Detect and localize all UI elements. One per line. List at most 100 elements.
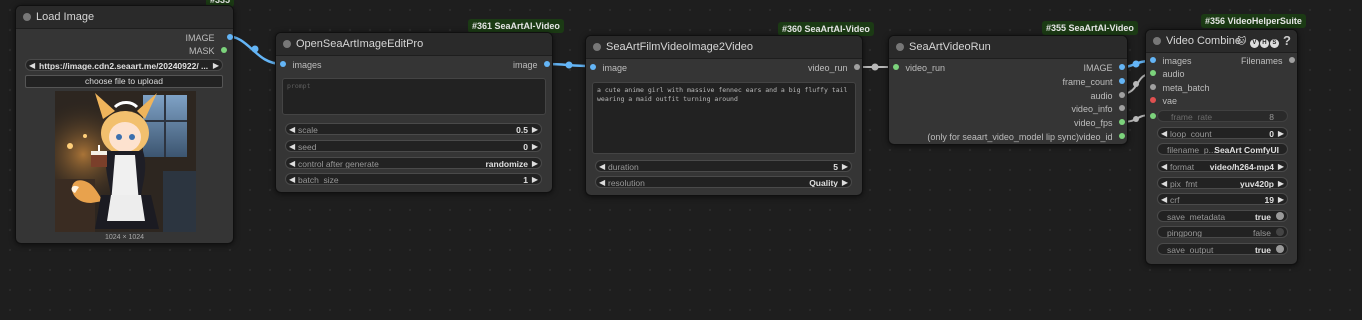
input-images-slot[interactable]: images xyxy=(280,58,322,72)
video-combine-node[interactable]: Video Combine 🐱 VHS ? images Filenames a… xyxy=(1145,29,1298,265)
arrow-left-icon[interactable]: ◀ xyxy=(599,177,605,187)
collapse-dot-icon[interactable] xyxy=(283,40,291,48)
toggle-on-icon[interactable] xyxy=(1276,245,1284,253)
arrow-left-icon[interactable]: ◀ xyxy=(289,141,295,151)
arrow-right-icon[interactable]: ▶ xyxy=(842,177,848,187)
output-frame-count-slot[interactable]: frame_count xyxy=(1062,75,1125,89)
input-socket-icon[interactable] xyxy=(893,64,899,70)
toggle-off-icon[interactable] xyxy=(1276,228,1284,236)
node-title-bar[interactable]: SeaArtVideoRun xyxy=(889,36,1127,59)
crf-widget[interactable]: ◀ crf 19 ▶ xyxy=(1157,193,1288,205)
filename-prefix-field[interactable]: filename_p... SeaArt ComfyUI xyxy=(1157,143,1288,155)
upload-button[interactable]: choose file to upload xyxy=(25,75,223,88)
arrow-left-icon[interactable]: ◀ xyxy=(1161,178,1167,188)
node-graph-canvas[interactable]: #335 Load Image IMAGE MASK ◀ https://ima… xyxy=(0,0,1362,320)
arrow-right-icon[interactable]: ▶ xyxy=(213,60,219,70)
arrow-left-icon[interactable]: ◀ xyxy=(1161,161,1167,171)
input-images-slot[interactable]: images xyxy=(1150,54,1192,68)
pingpong-toggle[interactable]: pingpong false xyxy=(1157,226,1288,238)
duration-widget[interactable]: ◀ duration 5 ▶ xyxy=(595,160,852,172)
node-title-bar[interactable]: SeaArtFilmVideoImage2Video xyxy=(586,36,862,59)
output-image-slot[interactable]: IMAGE xyxy=(185,31,233,45)
input-socket-icon[interactable] xyxy=(280,61,286,67)
save-output-toggle[interactable]: save_output true xyxy=(1157,243,1288,255)
load-image-node[interactable]: Load Image IMAGE MASK ◀ https://image.cd… xyxy=(15,5,234,244)
resolution-widget[interactable]: ◀ resolution Quality ▶ xyxy=(595,176,852,188)
loop-count-widget[interactable]: ◀ loop_count 0 ▶ xyxy=(1157,127,1288,139)
film-video-image2video-node[interactable]: SeaArtFilmVideoImage2Video image video_r… xyxy=(585,35,863,196)
input-socket-icon[interactable] xyxy=(1150,57,1156,63)
arrow-right-icon[interactable]: ▶ xyxy=(1278,194,1284,204)
input-vae-slot[interactable]: vae xyxy=(1150,94,1177,108)
frame-rate-widget[interactable]: frame_rate 8 xyxy=(1157,110,1288,122)
output-socket-icon[interactable] xyxy=(1289,57,1295,63)
prompt-textarea[interactable]: prompt xyxy=(282,78,546,115)
arrow-right-icon[interactable]: ▶ xyxy=(532,141,538,151)
output-socket-icon[interactable] xyxy=(1119,105,1125,111)
input-audio-slot[interactable]: audio xyxy=(1150,67,1185,81)
output-video-run-slot[interactable]: video_run xyxy=(808,61,860,75)
help-icon[interactable]: ? xyxy=(1283,30,1291,52)
widget-label: save_metadata xyxy=(1167,212,1226,222)
arrow-right-icon[interactable]: ▶ xyxy=(532,174,538,184)
output-video-id-slot[interactable]: (only for seaart_video_model lip sync)vi… xyxy=(927,130,1125,144)
output-socket-icon[interactable] xyxy=(854,64,860,70)
prompt-textarea[interactable]: a cute anime girl with massive fennec ea… xyxy=(592,82,856,154)
input-image-slot[interactable]: image xyxy=(590,61,627,75)
slot-label: video_run xyxy=(905,63,946,73)
output-socket-icon[interactable] xyxy=(1119,78,1125,84)
arrow-left-icon[interactable]: ◀ xyxy=(29,60,35,70)
input-socket-icon[interactable] xyxy=(1150,70,1156,76)
output-socket-icon[interactable] xyxy=(1119,64,1125,70)
arrow-left-icon[interactable]: ◀ xyxy=(1161,194,1167,204)
input-video-run-slot[interactable]: video_run xyxy=(893,61,945,75)
arrow-right-icon[interactable]: ▶ xyxy=(1278,128,1284,138)
frame-rate-input-socket-icon[interactable] xyxy=(1150,113,1156,119)
collapse-dot-icon[interactable] xyxy=(1153,37,1161,45)
arrow-left-icon[interactable]: ◀ xyxy=(1161,128,1167,138)
input-socket-icon[interactable] xyxy=(1150,97,1156,103)
collapse-dot-icon[interactable] xyxy=(593,43,601,51)
seed-widget[interactable]: ◀ seed 0 ▶ xyxy=(285,140,542,152)
output-socket-icon[interactable] xyxy=(1119,92,1125,98)
output-socket-icon[interactable] xyxy=(227,34,233,40)
output-video-fps-slot[interactable]: video_fps xyxy=(1074,116,1125,130)
output-filenames-slot[interactable]: Filenames xyxy=(1241,54,1295,68)
arrow-right-icon[interactable]: ▶ xyxy=(532,158,538,168)
arrow-right-icon[interactable]: ▶ xyxy=(842,161,848,171)
arrow-right-icon[interactable]: ▶ xyxy=(1278,161,1284,171)
arrow-right-icon[interactable]: ▶ xyxy=(532,124,538,134)
save-metadata-toggle[interactable]: save_metadata true xyxy=(1157,210,1288,222)
output-socket-icon[interactable] xyxy=(221,47,227,53)
input-meta-batch-slot[interactable]: meta_batch xyxy=(1150,81,1210,95)
image-edit-pro-node[interactable]: OpenSeaArtImageEditPro images image prom… xyxy=(275,32,553,193)
output-socket-icon[interactable] xyxy=(544,61,550,67)
arrow-left-icon[interactable]: ◀ xyxy=(289,124,295,134)
collapse-dot-icon[interactable] xyxy=(896,43,904,51)
input-socket-icon[interactable] xyxy=(1150,84,1156,90)
arrow-right-icon[interactable]: ▶ xyxy=(1278,178,1284,188)
output-image-slot[interactable]: image xyxy=(513,58,550,72)
batch-size-widget[interactable]: ◀ batch_size 1 ▶ xyxy=(285,173,542,185)
input-socket-icon[interactable] xyxy=(590,64,596,70)
collapse-dot-icon[interactable] xyxy=(23,13,31,21)
format-widget[interactable]: ◀ format video/h264-mp4 ▶ xyxy=(1157,160,1288,172)
arrow-left-icon[interactable]: ◀ xyxy=(599,161,605,171)
scale-widget[interactable]: ◀ scale 0.5 ▶ xyxy=(285,123,542,135)
control-after-generate-widget[interactable]: ◀ control after generate randomize ▶ xyxy=(285,157,542,169)
toggle-on-icon[interactable] xyxy=(1276,212,1284,220)
output-socket-icon[interactable] xyxy=(1119,119,1125,125)
output-audio-slot[interactable]: audio xyxy=(1090,89,1125,103)
node-title-bar[interactable]: OpenSeaArtImageEditPro xyxy=(276,33,552,56)
pix-fmt-widget[interactable]: ◀ pix_fmt yuv420p ▶ xyxy=(1157,177,1288,189)
output-mask-slot[interactable]: MASK xyxy=(189,44,227,58)
video-run-node[interactable]: SeaArtVideoRun video_run IMAGE frame_cou… xyxy=(888,35,1128,145)
node-title-bar[interactable]: Load Image xyxy=(16,6,233,29)
output-image-slot[interactable]: IMAGE xyxy=(1083,61,1125,75)
output-video-info-slot[interactable]: video_info xyxy=(1071,102,1125,116)
arrow-left-icon[interactable]: ◀ xyxy=(289,174,295,184)
node-title-bar[interactable]: Video Combine 🐱 VHS ? xyxy=(1146,30,1297,53)
arrow-left-icon[interactable]: ◀ xyxy=(289,158,295,168)
image-url-combo[interactable]: ◀ https://image.cdn2.seaart.me/20240922/… xyxy=(25,59,223,71)
output-socket-icon[interactable] xyxy=(1119,133,1125,139)
